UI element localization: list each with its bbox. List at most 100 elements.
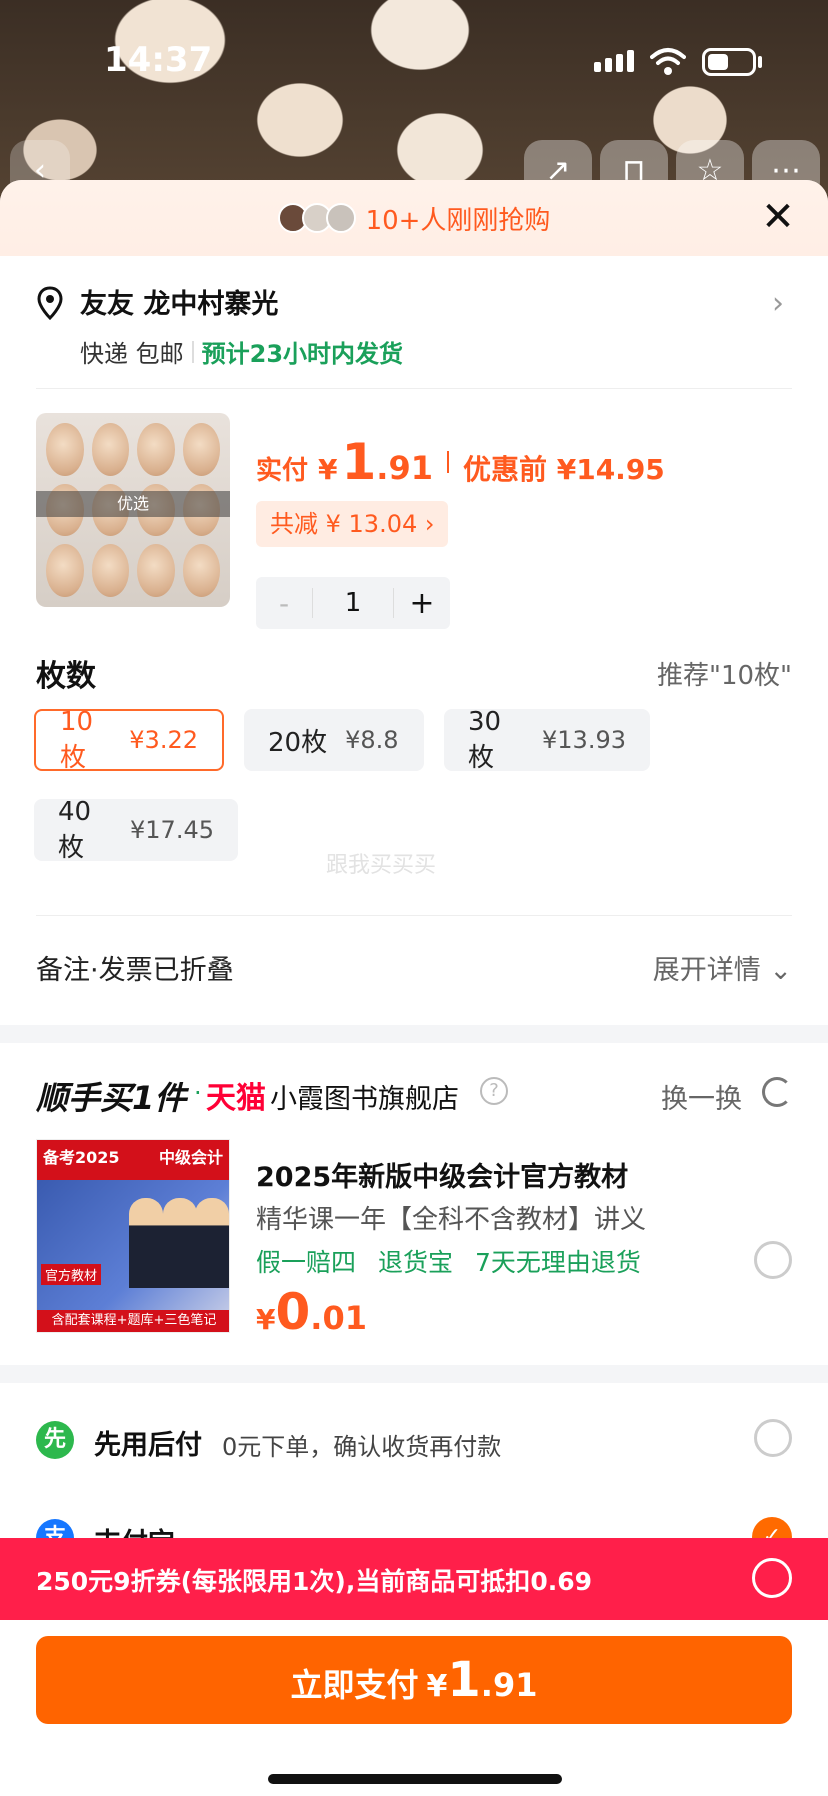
coupon-text: 250元9折券(每张限用1次),当前商品可抵扣0.69 <box>36 1567 593 1596</box>
divider <box>446 451 449 473</box>
add-on-title: 2025年新版中级会计官方教材 <box>256 1162 629 1193</box>
location-pin-icon <box>37 286 63 320</box>
pay-button-currency: ¥ <box>426 1669 448 1704</box>
payment-method-desc: 0元下单，确认收货再付款 <box>222 1433 502 1461</box>
add-on-product-image[interactable]: 备考2025 中级会计 官方教材 含配套课程+题库+三色笔记 <box>36 1139 230 1333</box>
book-cover-subject: 中级会计 <box>158 1148 223 1167</box>
spec-option-label: 20枚 <box>268 727 328 758</box>
help-icon[interactable]: ? <box>480 1077 508 1105</box>
spec-title: 枚数 <box>36 659 96 694</box>
add-on-tag: 退货宝 <box>377 1248 453 1277</box>
price-decimal: .91 <box>376 449 433 487</box>
spec-option-10[interactable]: 10枚 ¥3.22 <box>34 706 224 773</box>
product-summary: 优选 实付 ¥ 1 .91 优惠前 ¥14.95 共减 ¥ 13.04 › - … <box>0 389 828 629</box>
spec-option-price: ¥13.93 <box>542 726 626 754</box>
add-on-price-integer: 0 <box>275 1283 311 1341</box>
price-currency: ¥ <box>318 453 338 486</box>
book-cover-footer: 含配套课程+题库+三色笔记 <box>37 1310 229 1332</box>
buyer-avatars <box>277 203 356 233</box>
shipping-info: 快递 包邮 预计23小时内发货 <box>80 334 403 369</box>
book-cover-year: 备考2025 <box>43 1148 120 1167</box>
spec-recommendation: 推荐"10枚" <box>656 661 792 691</box>
author-figure <box>129 1198 163 1288</box>
spec-option-price: ¥3.22 <box>129 726 198 754</box>
tmall-logo: 天猫 <box>206 1081 266 1116</box>
add-on-currency: ¥ <box>256 1303 276 1336</box>
pay-later-radio[interactable] <box>754 1419 792 1457</box>
add-on-price: ¥ 0 .01 <box>256 1283 367 1341</box>
add-on-dot: · <box>194 1079 202 1107</box>
book-cover-body <box>37 1180 229 1310</box>
battery-icon <box>702 48 756 76</box>
battery-tip <box>758 56 762 68</box>
pay-button-label: 立即支付 <box>290 1666 419 1704</box>
refresh-icon[interactable] <box>762 1077 792 1107</box>
decrement-button[interactable]: - <box>256 587 312 620</box>
swap-button[interactable]: 换一换 <box>661 1077 742 1116</box>
original-price: 优惠前 ¥14.95 <box>462 453 665 486</box>
spec-option-price: ¥17.45 <box>130 816 214 844</box>
book-cover-tag: 官方教材 <box>41 1264 102 1285</box>
purchase-banner: 10+人刚刚抢购 ✕ <box>0 180 828 256</box>
add-on-brand: 顺手买1件 <box>36 1079 187 1117</box>
remark-row[interactable]: 备注·发票已折叠 展开详情 ⌄ <box>36 915 792 1025</box>
pay-button-integer: 1 <box>447 1652 481 1708</box>
home-indicator[interactable] <box>268 1774 562 1784</box>
price-line: 实付 ¥ 1 .91 优惠前 ¥14.95 <box>256 433 665 491</box>
add-on-section: 顺手买1件 · 天猫 小霞图书旗舰店 ? 换一换 备考2025 中级会计 官方教… <box>0 1043 828 1365</box>
coupon-bar[interactable]: 250元9折券(每张限用1次),当前商品可抵扣0.69 <box>0 1538 828 1620</box>
spec-option-30[interactable]: 30枚 ¥13.93 <box>444 706 650 773</box>
pay-later-icon: 先 <box>36 1421 74 1459</box>
address-name: 友友 龙中村寨光 <box>80 289 279 320</box>
watermark: 跟我买买买 <box>326 853 437 878</box>
author-figure <box>163 1198 197 1288</box>
checkout-sheet: 10+人刚刚抢购 ✕ 友友 龙中村寨光 › 快递 包邮 预计23小时内发货 优选… <box>0 180 828 1796</box>
avatar <box>325 203 356 233</box>
book-cover-header: 备考2025 中级会计 <box>37 1140 229 1180</box>
spec-option-label: 30枚 <box>468 706 502 773</box>
cellular-signal-icon <box>594 50 634 72</box>
discount-tag[interactable]: 共减 ¥ 13.04 › <box>256 501 449 547</box>
close-button[interactable]: ✕ <box>758 197 798 238</box>
wifi-icon <box>650 48 686 75</box>
spec-option-40[interactable]: 40枚 ¥17.45 <box>34 796 238 863</box>
chevron-right-icon: › <box>772 286 784 321</box>
status-time: 14:37 <box>104 40 213 80</box>
delivery-eta: 预计23小时内发货 <box>201 340 404 368</box>
pay-now-button[interactable]: 立即支付 ¥ 1 .91 <box>36 1636 792 1724</box>
payment-method-name: 先用后付 <box>94 1430 202 1461</box>
shipping-method: 快递 包邮 <box>80 340 184 368</box>
payment-method-pay-later[interactable]: 先 先用后付 0元下单，确认收货再付款 <box>36 1409 792 1469</box>
quantity-stepper: - 1 + <box>256 577 450 629</box>
divider <box>191 340 194 363</box>
expand-details-link[interactable]: 展开详情 ⌄ <box>653 948 792 987</box>
spec-option-price: ¥8.8 <box>345 726 399 754</box>
add-on-price-decimal: .01 <box>310 1299 367 1337</box>
spec-header: 枚数 推荐"10枚" <box>0 629 828 709</box>
store-name[interactable]: 小霞图书旗舰店 <box>270 1077 459 1116</box>
add-on-radio[interactable] <box>754 1241 792 1279</box>
section-gap <box>0 1025 828 1043</box>
add-on-tag: 7天无理由退货 <box>474 1248 641 1277</box>
author-figure <box>195 1198 229 1288</box>
pay-button-decimal: .91 <box>480 1666 538 1704</box>
spec-option-20[interactable]: 20枚 ¥8.8 <box>244 709 424 771</box>
section-gap <box>0 1365 828 1383</box>
spec-options: 10枚 ¥3.22 20枚 ¥8.8 30枚 ¥13.93 40枚 ¥17.45… <box>0 706 828 915</box>
coupon-radio[interactable] <box>752 1558 792 1598</box>
increment-button[interactable]: + <box>394 586 450 621</box>
add-on-tag: 假一赔四 <box>256 1248 357 1277</box>
price-label: 实付 <box>256 456 309 486</box>
remark-label: 备注·发票已折叠 <box>36 955 234 986</box>
price-integer: 1 <box>341 433 377 491</box>
product-image-label: 优选 <box>36 491 230 517</box>
spec-option-label: 10枚 <box>60 706 94 773</box>
add-on-subtitle: 精华课一年【全科不含教材】讲义 <box>256 1205 647 1235</box>
product-image[interactable]: 优选 <box>36 413 230 607</box>
address-section[interactable]: 友友 龙中村寨光 › 快递 包邮 预计23小时内发货 <box>0 256 828 388</box>
banner-text: 10+人刚刚抢购 <box>365 205 551 236</box>
quantity-value[interactable]: 1 <box>312 588 394 618</box>
spec-option-label: 40枚 <box>58 796 92 863</box>
add-on-tags: 假一赔四 退货宝 7天无理由退货 <box>256 1243 655 1279</box>
status-bar: 14:37 <box>0 0 828 120</box>
